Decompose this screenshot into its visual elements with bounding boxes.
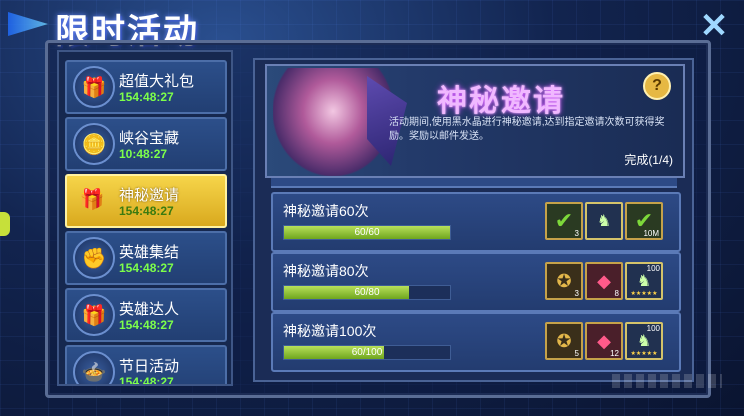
close-icon[interactable]: ✕ (696, 8, 732, 44)
hero-level: 100 (646, 324, 660, 333)
sidebar: 🎁 超值大礼包 154:48:27 🪙 峡谷宝藏 10:48:27 🎁 神秘邀请… (57, 50, 233, 386)
reward-item[interactable]: ✪ 5 (545, 322, 583, 360)
banner-description: 活动期间,使用黑水晶进行神秘邀请,达到指定邀请次数可获得奖励。奖励以邮件发送。 (389, 117, 665, 142)
star-rating: ★★★★★ (630, 351, 658, 357)
reward-item[interactable]: ✪ 3 (545, 262, 583, 300)
reward-count: 8 (614, 289, 619, 298)
sidebar-item-mystery-invite[interactable]: 🎁 神秘邀请 154:48:27 (65, 174, 227, 228)
sidebar-item-label: 节日活动 (119, 358, 180, 375)
treasure-icon: 🪙 (73, 123, 115, 165)
star-rating: ★★★★★ (630, 291, 658, 297)
task-progress-bar: 60/80 (283, 285, 451, 300)
sidebar-item-timer: 154:48:27 (119, 90, 174, 104)
sidebar-item-hero-expert[interactable]: 🎁 英雄达人 154:48:27 (65, 288, 227, 342)
task-name: 神秘邀请100次 (283, 323, 377, 339)
sidebar-item-timer: 154:48:27 (119, 375, 174, 386)
task-progress-text: 60/80 (354, 287, 380, 298)
sidebar-item-label: 英雄集结 (119, 244, 180, 261)
sidebar-item-timer: 10:48:27 (119, 147, 168, 161)
hero-level: 100 (646, 264, 660, 273)
sidebar-item-timer: 154:48:27 (119, 318, 174, 332)
task-row: 神秘邀请100次 60/100 ✪ 5 ◆ 12 ♞ 100 ★★★★★ (271, 312, 681, 372)
banner-progress: 完成(1/4) (624, 153, 673, 167)
reward-item[interactable]: ◆ 12 (585, 322, 623, 360)
sidebar-item-label: 峡谷宝藏 (119, 130, 180, 147)
blue-gift-icon: 🎁 (73, 294, 115, 336)
title-arrow-decoration (8, 12, 48, 36)
sidebar-item-timer: 154:48:27 (119, 204, 174, 218)
reward-count: 5 (574, 349, 579, 358)
food-icon: 🍲 (73, 351, 115, 384)
watermark (612, 374, 722, 388)
task-progress-text: 60/60 (354, 227, 380, 238)
hero-portrait-icon: ♞ (596, 213, 612, 230)
task-name: 神秘邀请80次 (283, 263, 369, 279)
event-banner: 神秘邀请 ? 活动期间,使用黑水晶进行神秘邀请,达到指定邀请次数可获得奖励。奖励… (265, 64, 685, 178)
task-progress-bar: 60/100 (283, 345, 451, 360)
reward-item[interactable]: ♞ 100 ★★★★★ (625, 262, 663, 300)
sidebar-item-label: 英雄达人 (119, 301, 180, 318)
gift-box-icon: 🎁 (79, 188, 105, 211)
left-edge-tab[interactable] (0, 212, 10, 236)
sidebar-item-timer: 154:48:27 (119, 261, 174, 275)
reward-count: 3 (574, 229, 579, 238)
help-icon[interactable]: ? (643, 72, 671, 100)
reward-item[interactable]: ◆ 8 (585, 262, 623, 300)
reward-count: 3 (574, 289, 579, 298)
reward-count: 10M (643, 229, 659, 238)
sidebar-item-value-pack[interactable]: 🎁 超值大礼包 154:48:27 (65, 60, 227, 114)
reward-item[interactable]: ♞ (585, 202, 623, 240)
sidebar-item-label: 神秘邀请 (119, 187, 180, 204)
reward-count: 12 (610, 349, 619, 358)
reward-item[interactable]: ✔ 10M (625, 202, 663, 240)
content-panel: 神秘邀请 ? 活动期间,使用黑水晶进行神秘邀请,达到指定邀请次数可获得奖励。奖励… (253, 58, 694, 382)
task-row: 神秘邀请60次 60/60 ✔ 3 ♞ ✔ 10M (271, 192, 681, 252)
task-row: 神秘邀请80次 60/80 ✪ 3 ◆ 8 ♞ 100 ★★★★★ (271, 252, 681, 312)
gauntlet-icon: ✊ (73, 237, 115, 279)
reward-item[interactable]: ✔ 3 (545, 202, 583, 240)
sidebar-item-hero-assemble[interactable]: ✊ 英雄集结 154:48:27 (65, 231, 227, 285)
task-name: 神秘邀请60次 (283, 203, 369, 219)
reward-item[interactable]: ♞ 100 ★★★★★ (625, 322, 663, 360)
task-progress-text: 60/100 (351, 347, 383, 358)
sidebar-item-festival[interactable]: 🍲 节日活动 154:48:27 (65, 345, 227, 386)
task-progress-bar: 60/60 (283, 225, 451, 240)
gift-box-icon: 🎁 (73, 66, 115, 108)
sidebar-item-canyon-treasure[interactable]: 🪙 峡谷宝藏 10:48:27 (65, 117, 227, 171)
banner-title: 神秘邀请 (437, 85, 565, 118)
sidebar-item-label: 超值大礼包 (119, 73, 195, 90)
